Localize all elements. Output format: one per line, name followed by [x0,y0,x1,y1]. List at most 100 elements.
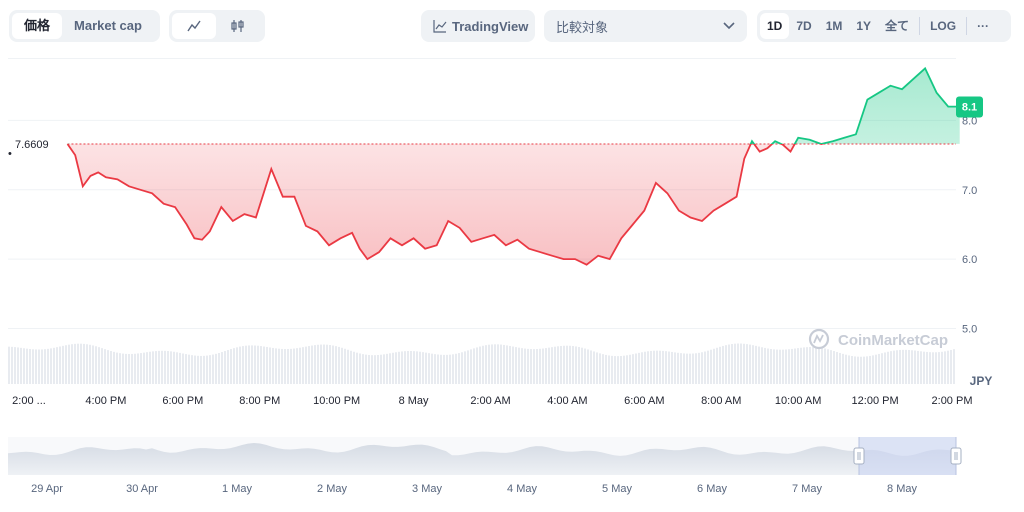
volume-bar [401,351,403,384]
volume-bar [869,355,871,384]
volume-bar [239,346,241,384]
volume-bar [551,347,553,384]
volume-bar [365,354,367,384]
volume-bar [626,355,628,384]
volume-bar [98,347,100,384]
volume-bar [797,348,799,384]
volume-bar [299,347,301,384]
volume-bar [326,344,328,384]
volume-bar [224,351,226,384]
volume-bar [701,352,703,384]
volume-bar [278,348,280,384]
volume-bar [332,345,334,384]
volume-bar [29,349,31,384]
volume-bar [20,347,22,384]
volume-bar [809,347,811,384]
volume-bar [65,345,67,384]
baseline-value-label: 7.6609 [15,139,49,151]
volume-bar [773,349,775,384]
volume-bar [608,355,610,384]
volume-bar [179,352,181,384]
volume-bar [125,353,127,384]
volume-bar [854,356,856,384]
volume-bar [776,349,778,384]
volume-bar [395,352,397,384]
volume-bar [632,354,634,384]
volume-bar [287,349,289,384]
navigator-date-label: 6 May [697,483,727,495]
x-tick-label: 8:00 AM [701,395,741,407]
range-navigator[interactable] [8,437,962,475]
volume-bar [887,351,889,384]
volume-bar [755,345,757,384]
volume-bar [281,348,283,384]
volume-bar [740,343,742,384]
volume-bar [545,348,547,384]
navigator-date-axis: 29 Apr 30 Apr 1 May 2 May 3 May 4 May 5 May 6 M… [31,483,917,495]
volume-bar [89,344,91,384]
volume-bar [95,346,97,384]
volume-bar [485,345,487,384]
volume-bar [872,355,874,384]
volume-bar [503,344,505,384]
volume-bar [416,351,418,384]
volume-bar [203,355,205,384]
volume-bar [596,352,598,384]
volume-bar [293,348,295,384]
volume-bar [35,349,37,384]
volume-bar [134,353,136,384]
volume-bar [470,349,472,384]
volume-bar [692,353,694,384]
volume-bar [902,349,904,384]
volume-bar [206,355,208,384]
volume-bar [767,348,769,384]
volume-bar [638,352,640,384]
volume-bar [650,350,652,384]
volume-bar [935,352,937,384]
volume-bar [932,352,934,384]
volume-bar [533,349,535,384]
y-axis: 5.06.07.08.0 [962,115,977,335]
x-tick-label: 4:00 PM [85,395,126,407]
volume-bar [164,350,166,384]
volume-bar [710,349,712,384]
volume-bar [83,343,85,384]
volume-bar [86,344,88,384]
volume-bar [728,344,730,384]
volume-bar [74,343,76,384]
volume-bar [305,346,307,384]
price-chart[interactable]: CoinMarketCap 5.06.07.08.0 2:00 ... 4:00 … [0,0,1024,512]
volume-bar [314,345,316,384]
volume-bar [506,345,508,384]
volume-bar [389,353,391,384]
volume-bar [905,349,907,384]
volume-bar [611,355,613,384]
volume-bar [233,348,235,384]
volume-bar [50,348,52,384]
volume-bar [248,345,250,384]
volume-bar [827,349,829,384]
volume-bar [212,354,214,384]
volume-bar [443,354,445,384]
volume-bar [839,352,841,384]
volume-bar [947,350,949,384]
volume-bar [77,343,79,384]
volume-bar [743,343,745,384]
x-tick-label: 6:00 AM [624,395,664,407]
x-tick-label: 6:00 PM [162,395,203,407]
navigator-left-handle[interactable] [853,447,865,465]
volume-bar [200,355,202,384]
navigator-selection[interactable] [859,437,956,475]
volume-bar [713,348,715,384]
navigator-right-handle[interactable] [950,447,962,465]
volume-bar [908,349,910,384]
x-tick-label: 4:00 AM [547,395,587,407]
volume-bar [695,353,697,384]
volume-bar [566,345,568,384]
volume-bar [467,350,469,384]
volume-bar [938,352,940,384]
volume-bar [116,352,118,384]
volume-bar [221,352,223,384]
volume-bar [662,350,664,384]
volume-bar [620,355,622,384]
